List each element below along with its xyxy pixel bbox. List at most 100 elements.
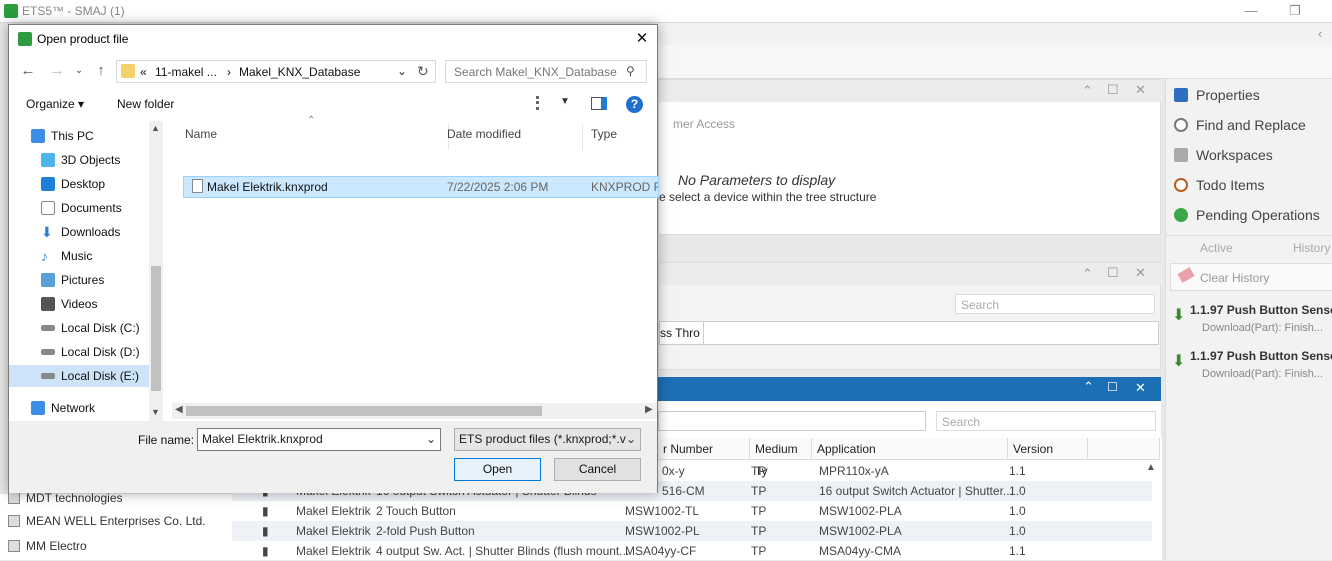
panel-header: ⌃ ☐ ✕ [659, 80, 1162, 102]
view-options-icon[interactable] [536, 96, 552, 110]
panel-chevron-up-icon[interactable]: ⌃ [1082, 266, 1093, 282]
tree-item-this-pc[interactable]: This PC [9, 125, 149, 147]
tree-scrollbar[interactable]: ▲ ▼ [149, 121, 163, 421]
file-row[interactable]: Makel Elektrik.knxprod 7/22/2025 2:06 PM… [183, 176, 659, 198]
scrollbar-thumb[interactable] [186, 406, 542, 416]
breadcrumb-separator[interactable]: › [227, 65, 231, 79]
breadcrumb-segment[interactable]: 11-makel ... [155, 65, 217, 79]
tree-item-3d-objects[interactable]: 3D Objects [9, 149, 149, 171]
tree-item-manufacturer[interactable]: MDT technologies [8, 491, 123, 505]
tree-item-documents[interactable]: Documents [9, 197, 149, 219]
tab-history[interactable]: History [1293, 241, 1330, 255]
secondary-panel: ⌃ ☐ ✕ Search ss Thro [658, 262, 1162, 370]
column-header-date-modified[interactable]: Date modified [439, 124, 583, 150]
column-header-type[interactable]: Type [583, 124, 657, 150]
file-name-dropdown-icon[interactable]: ⌄ [426, 432, 436, 446]
panel-chevron-up-icon[interactable]: ⌃ [1083, 379, 1094, 395]
panel-search-input[interactable]: Search [955, 294, 1155, 314]
panel-maximize-icon[interactable]: ☐ [1107, 82, 1119, 98]
column-divider [703, 322, 704, 344]
column-header-order-number[interactable]: r Number [658, 438, 750, 460]
panel-maximize-icon[interactable]: ☐ [1107, 380, 1118, 394]
table-row[interactable]: ▮ Makel Elektrik 4 output Sw. Act. | Shu… [232, 541, 1152, 561]
tree-item-music[interactable]: ♪ Music [9, 245, 149, 267]
help-icon[interactable]: ? [626, 96, 643, 113]
restore-button[interactable]: ❐ [1272, 0, 1318, 23]
app-title: ETS5™ - SMAJ (1) [22, 4, 125, 18]
scroll-up-icon[interactable]: ▲ [151, 123, 160, 133]
table-row[interactable]: ▮ Makel Elektrik 2-fold Push Button MSW1… [232, 521, 1152, 541]
panel-close-icon[interactable]: ✕ [1135, 82, 1146, 98]
catalog-search-input[interactable]: Search [936, 411, 1156, 431]
column-header-application[interactable]: Application [812, 438, 1008, 460]
tree-item-local-disk-d[interactable]: Local Disk (D:) [9, 341, 149, 363]
tree-item-network[interactable]: Network [9, 397, 149, 419]
tree-item-downloads[interactable]: ⬇ Downloads [9, 221, 149, 243]
scroll-right-icon[interactable]: ▶ [645, 404, 653, 415]
up-arrow-icon[interactable]: ↑ [91, 61, 111, 81]
search-input[interactable]: Search Makel_KNX_Database ⚲ [445, 60, 647, 83]
refresh-icon[interactable]: ↻ [417, 63, 429, 80]
file-name-field[interactable]: Makel Elektrik.knxprod ⌄ [197, 428, 441, 451]
panel-close-icon[interactable]: ✕ [1135, 380, 1146, 396]
panel-chevron-up-icon[interactable]: ⌃ [1082, 83, 1093, 99]
todo-items-item[interactable]: Todo Items [1174, 177, 1264, 193]
clear-history-button[interactable]: Clear History [1170, 263, 1332, 291]
breadcrumb-overflow[interactable]: « [140, 65, 147, 79]
properties-label: Properties [1196, 87, 1260, 103]
address-bar[interactable]: « 11-makel ... › Makel_KNX_Database ⌄ ↻ [116, 60, 436, 83]
pending-operations-item[interactable]: Pending Operations [1174, 207, 1320, 223]
catalog-filter-input[interactable] [658, 411, 926, 431]
dialog-close-button[interactable]: ✕ [631, 29, 653, 49]
column-header-medium[interactable]: Medium Ty [750, 438, 812, 478]
back-arrow-icon[interactable]: ← [18, 61, 38, 81]
file-list-hscrollbar[interactable]: ◀ ▶ [172, 403, 657, 419]
address-dropdown-icon[interactable]: ⌄ [397, 64, 407, 78]
manufacturer-label: MM Electro [26, 539, 87, 553]
tab-active[interactable]: Active [1200, 241, 1233, 255]
tree-item-label: Local Disk (C:) [61, 321, 140, 335]
tree-item-label: This PC [51, 129, 94, 143]
new-folder-button[interactable]: New folder [117, 97, 174, 111]
disk-icon [41, 373, 55, 379]
scroll-down-icon[interactable]: ▼ [151, 407, 160, 417]
tree-item-local-disk-e[interactable]: Local Disk (E:) [9, 365, 149, 387]
tree-item-manufacturer[interactable]: MEAN WELL Enterprises Co. Ltd. [8, 514, 206, 528]
view-dropdown-icon[interactable]: ▼ [560, 96, 570, 107]
history-entry[interactable]: ⬇ 1.1.97 Push Button Sensor, Download(Pa… [1170, 301, 1332, 343]
tree-item-pictures[interactable]: Pictures [9, 269, 149, 291]
find-replace-item[interactable]: Find and Replace [1174, 117, 1306, 133]
table-row[interactable]: ▮ Makel Elektrik 2 Touch Button MSW1002-… [232, 501, 1152, 521]
panel-maximize-icon[interactable]: ☐ [1107, 265, 1119, 281]
tree-item-videos[interactable]: Videos [9, 293, 149, 315]
tree-item-manufacturer[interactable]: MM Electro [8, 539, 87, 553]
column-header-version[interactable]: Version [1008, 438, 1088, 460]
panel-row[interactable]: ss Thro [659, 321, 1159, 345]
properties-item[interactable]: Properties [1174, 87, 1260, 103]
organize-menu[interactable]: Organize ▾ [26, 97, 84, 111]
recent-locations-chevron-icon[interactable]: ⌄ [69, 61, 89, 81]
forward-arrow-icon[interactable]: → [47, 61, 67, 81]
row-medium: TP [751, 524, 767, 538]
panel-close-icon[interactable]: ✕ [1135, 265, 1146, 281]
scrollbar-thumb[interactable] [151, 266, 161, 391]
panel-tab[interactable]: mer Access [673, 117, 735, 131]
open-button[interactable]: Open [454, 458, 541, 481]
sort-ascending-icon: ⌃ [307, 115, 316, 126]
tree-item-local-disk-c[interactable]: Local Disk (C:) [9, 317, 149, 339]
collapse-icon[interactable]: ‹ [1318, 26, 1322, 41]
row-version: 1.0 [1009, 524, 1026, 538]
scroll-left-icon[interactable]: ◀ [175, 404, 183, 415]
breadcrumb-segment[interactable]: Makel_KNX_Database [239, 65, 360, 79]
tree-item-desktop[interactable]: Desktop [9, 173, 149, 195]
minimize-button[interactable]: — [1228, 0, 1274, 23]
cancel-button[interactable]: Cancel [554, 458, 641, 481]
workspaces-item[interactable]: Workspaces [1174, 147, 1273, 163]
history-entry[interactable]: ⬇ 1.1.97 Push Button Sensor, Download(Pa… [1170, 347, 1332, 389]
3d-objects-icon [41, 153, 55, 167]
preview-pane-icon[interactable] [591, 97, 607, 110]
column-header-name[interactable]: Name [177, 124, 449, 150]
file-type-select[interactable]: ETS product files (*.knxprod;*.v ⌄ [454, 428, 641, 451]
pc-icon [31, 129, 45, 143]
table-scroll-up-icon[interactable]: ▲ [1146, 462, 1156, 473]
